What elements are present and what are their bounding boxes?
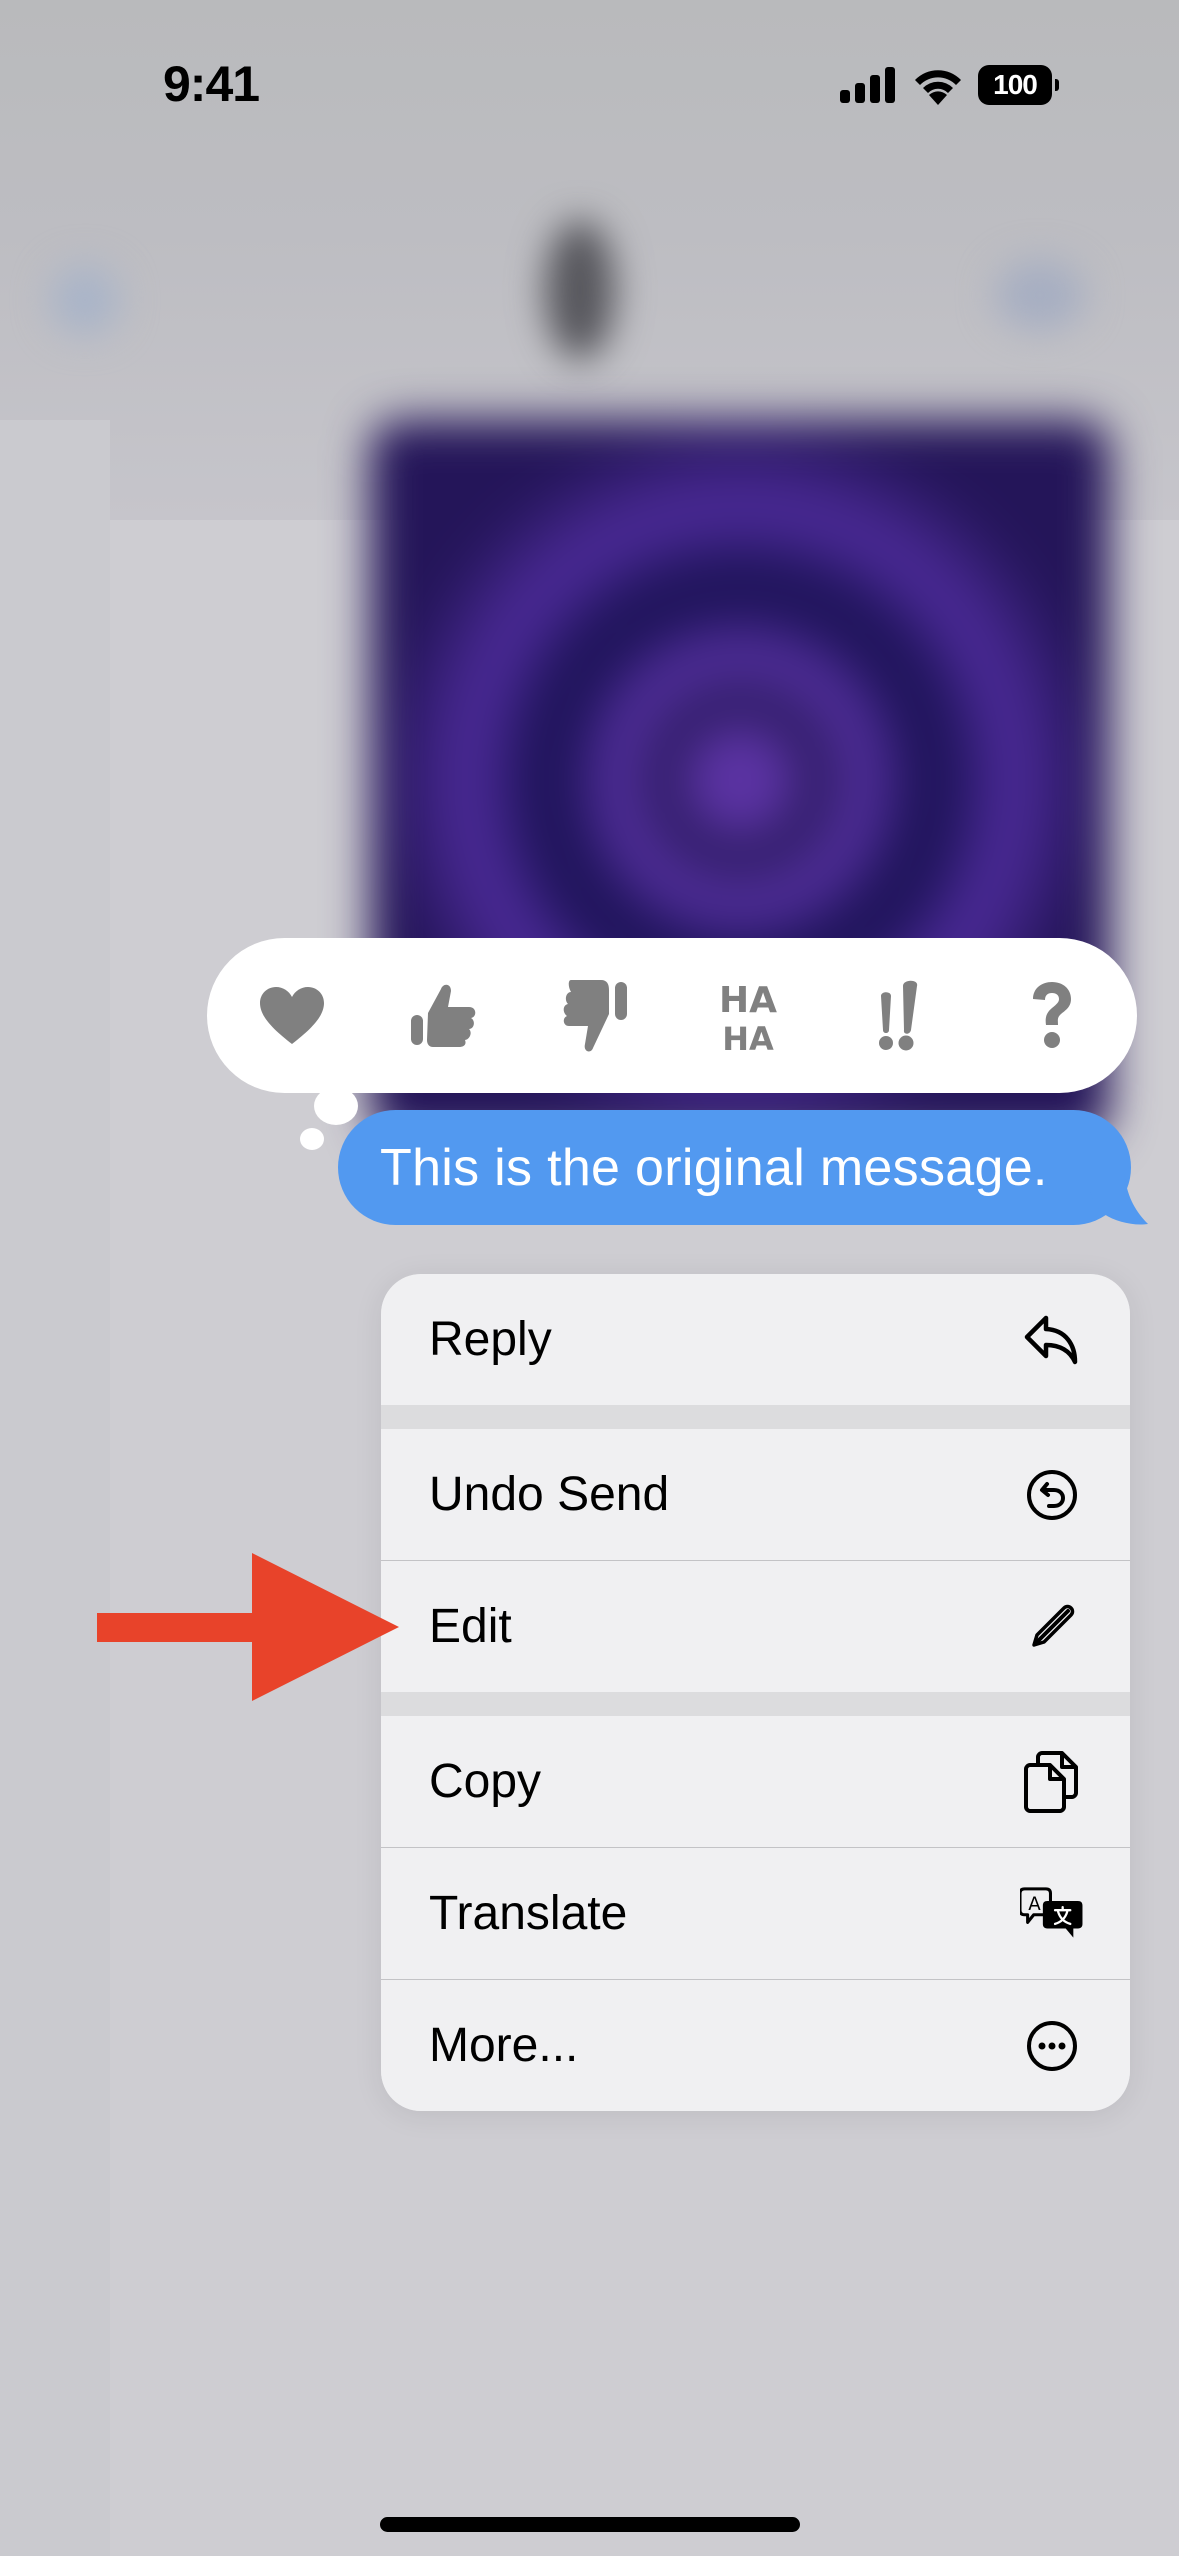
menu-item-label: More... [429,2019,579,2072]
menu-item-label: Copy [429,1755,542,1808]
reply-arrow-icon [1020,1308,1084,1372]
question-mark-icon [1033,981,1071,1048]
haha-icon: HA HA [719,980,777,1054]
tapback-bar: HA HA [207,938,1137,1093]
menu-item-translate[interactable]: Translate A [381,1848,1130,1979]
battery-tip [1055,79,1059,91]
svg-text:A: A [1028,1894,1041,1915]
menu-item-copy[interactable]: Copy [381,1716,1130,1847]
menu-item-undo-send[interactable]: Undo Send [381,1429,1130,1560]
battery-level: 100 [993,69,1038,100]
home-indicator[interactable] [380,2517,800,2532]
undo-circle-icon [1020,1463,1084,1527]
reaction-haha[interactable]: HA HA [703,971,793,1061]
back-icon [50,265,120,335]
menu-item-more[interactable]: More... [381,1980,1130,2111]
pencil-icon [1020,1595,1084,1659]
cellular-signal-icon [840,67,895,103]
menu-item-label: Undo Send [429,1468,670,1521]
ellipsis-circle-icon [1020,2014,1084,2078]
message-bubble-tail [1090,1170,1148,1225]
status-time: 9:41 [163,56,260,112]
reaction-emphasize[interactable] [855,971,945,1061]
message-text: This is the original message. [380,1138,1048,1197]
thumbs-up-icon [411,984,476,1047]
battery-icon: 100 [978,65,1059,105]
video-call-icon [995,260,1085,330]
reaction-thumbs-up[interactable] [399,971,489,1061]
menu-item-label: Translate [429,1887,628,1940]
wifi-icon [915,70,961,105]
reaction-thumbs-down[interactable] [551,971,641,1061]
tapback-bubble-tail-large [314,1087,358,1125]
message-bubble[interactable]: This is the original message. [338,1110,1131,1225]
reaction-question[interactable] [1007,971,1097,1061]
annotation-arrow [97,1553,399,1701]
background-strip [0,420,110,2556]
menu-item-reply[interactable]: Reply [381,1274,1130,1405]
double-exclamation-icon [879,980,918,1050]
status-icons: 100 [840,60,1059,110]
haha-bottom-text: HA [722,1020,774,1054]
copy-documents-icon [1020,1750,1084,1814]
contact-avatar [545,220,615,360]
translate-bubbles-icon: A [1020,1882,1084,1946]
haha-top-text: HA [719,980,777,1021]
reaction-heart[interactable] [247,971,337,1061]
menu-item-label: Edit [429,1600,512,1653]
tapback-bubble-tail-small [300,1128,324,1150]
menu-item-edit[interactable]: Edit [381,1561,1130,1692]
thumbs-down-icon [563,979,627,1051]
heart-icon [260,986,324,1044]
context-menu: Reply Undo Send Edit Copy Translate A Mo… [381,1274,1130,2111]
menu-item-label: Reply [429,1313,552,1366]
